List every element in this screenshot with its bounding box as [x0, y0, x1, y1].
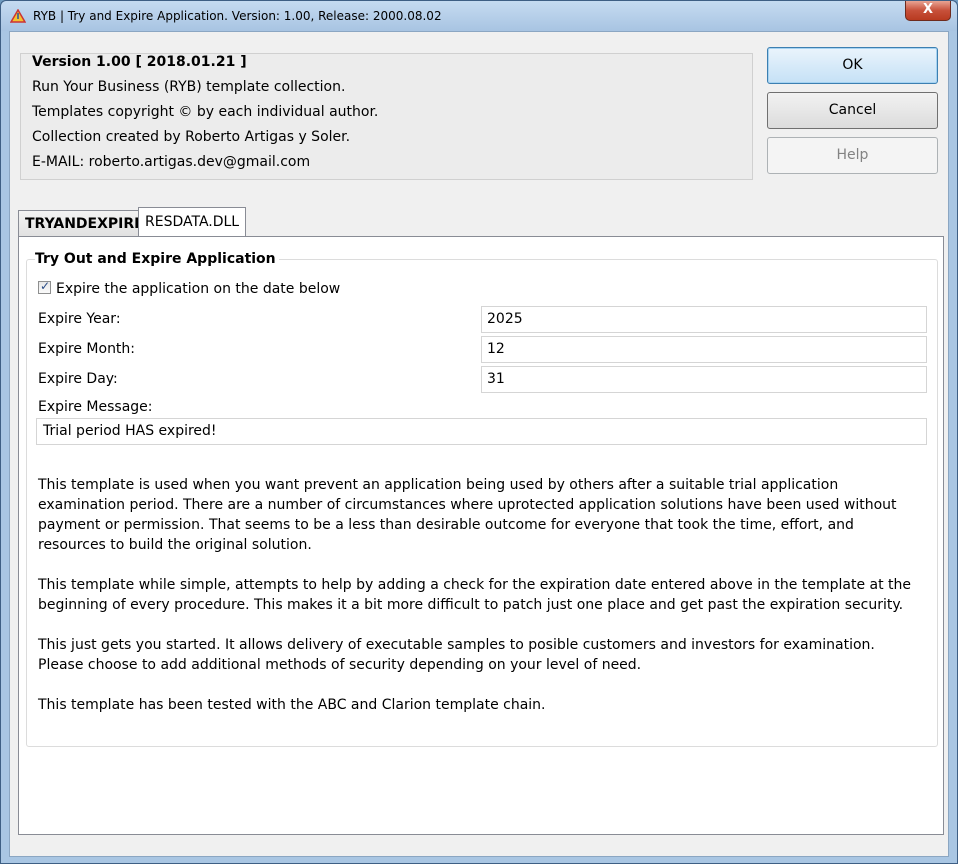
- tab-resdata-dll[interactable]: RESDATA.DLL: [138, 207, 247, 238]
- expire-day-input[interactable]: 31: [481, 366, 927, 393]
- author-text: Collection created by Roberto Artigas y …: [32, 129, 351, 145]
- expire-message-label: Expire Message:: [38, 399, 153, 415]
- expire-year-label: Expire Year:: [38, 311, 121, 327]
- ok-button[interactable]: OK: [767, 47, 938, 84]
- group-title: Try Out and Expire Application: [35, 251, 279, 267]
- close-button[interactable]: X: [905, 1, 951, 21]
- description-paragraph-2: This template while simple, attempts to …: [38, 577, 911, 613]
- title-bar[interactable]: RYB | Try and Expire Application. Versio…: [1, 1, 957, 31]
- expire-checkbox-label: Expire the application on the date below: [56, 281, 341, 297]
- version-text: Version 1.00 [ 2018.01.21 ]: [32, 54, 247, 70]
- tab-tryandexpire[interactable]: TRYANDEXPIRE: [18, 210, 151, 238]
- description-paragraph-3: This just gets you started. It allows de…: [38, 637, 875, 673]
- help-button[interactable]: Help: [767, 137, 938, 174]
- description-paragraph-4: This template has been tested with the A…: [38, 697, 546, 713]
- expire-month-label: Expire Month:: [38, 341, 136, 357]
- tab-panel: Try Out and Expire Application Expire th…: [18, 236, 944, 835]
- about-info-box: Version 1.00 [ 2018.01.21 ] Run Your Bus…: [20, 53, 753, 180]
- cancel-button[interactable]: Cancel: [767, 92, 938, 129]
- expire-checkbox[interactable]: [38, 279, 51, 294]
- expire-day-label: Expire Day:: [38, 371, 118, 387]
- email-text: E-MAIL: roberto.artigas.dev@gmail.com: [32, 154, 311, 170]
- description-paragraph-1: This template is used when you want prev…: [38, 477, 897, 553]
- collection-text: Run Your Business (RYB) template collect…: [32, 79, 346, 95]
- dialog-client-area: Version 1.00 [ 2018.01.21 ] Run Your Bus…: [9, 31, 949, 857]
- copyright-text: Templates copyright © by each individual…: [32, 104, 379, 120]
- window-title: RYB | Try and Expire Application. Versio…: [33, 9, 442, 23]
- expire-checkbox-row[interactable]: Expire the application on the date below: [38, 279, 341, 297]
- app-logo-icon: [10, 9, 26, 23]
- expire-settings-group: Try Out and Expire Application Expire th…: [26, 251, 938, 747]
- expire-year-input[interactable]: 2025: [481, 306, 927, 333]
- dialog-window: RYB | Try and Expire Application. Versio…: [0, 0, 958, 864]
- expire-message-input[interactable]: Trial period HAS expired!: [36, 418, 927, 445]
- expire-month-input[interactable]: 12: [481, 336, 927, 363]
